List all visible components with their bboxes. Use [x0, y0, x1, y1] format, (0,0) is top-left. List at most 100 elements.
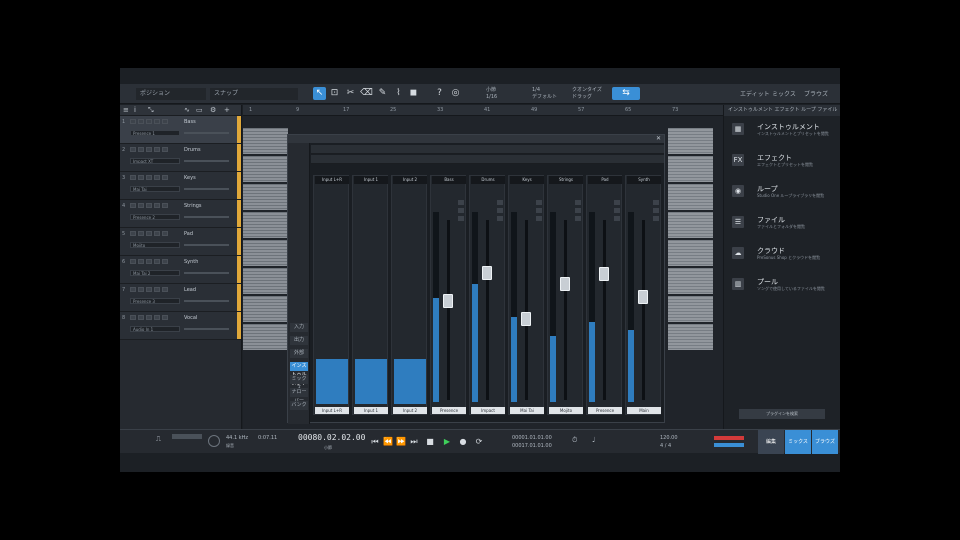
mix-view-button[interactable]: ミックス: [772, 89, 796, 98]
help-icon[interactable]: ?: [433, 87, 446, 100]
track-buttons[interactable]: [130, 175, 168, 180]
audio-event[interactable]: [668, 240, 713, 266]
track-volume-slider[interactable]: [184, 328, 229, 330]
loop-icon[interactable]: ⟳: [474, 437, 484, 447]
audio-event[interactable]: [243, 156, 288, 182]
tempo-display[interactable]: 120.00: [660, 435, 678, 441]
audio-event[interactable]: [243, 240, 288, 266]
automation-button[interactable]: [162, 147, 168, 152]
audio-event[interactable]: [668, 324, 713, 350]
instrument-selector[interactable]: Audio In 1: [130, 326, 180, 332]
metronome-icon[interactable]: ♩: [592, 436, 595, 444]
position-field[interactable]: ポジション: [136, 88, 206, 100]
audio-event[interactable]: [668, 212, 713, 238]
channel-name[interactable]: Bass: [432, 176, 466, 184]
audio-event[interactable]: [243, 296, 288, 322]
solo-button[interactable]: [138, 119, 144, 124]
browser-item[interactable]: ☰ ファイル ファイルとフォルダを閲覧: [732, 214, 840, 242]
monitor-button[interactable]: [154, 259, 160, 264]
folder-icon[interactable]: ▭: [196, 106, 203, 114]
channel-output-label[interactable]: Impact: [471, 407, 505, 414]
audio-event[interactable]: [243, 212, 288, 238]
browser-item[interactable]: ▥ プール ソングで使用しているファイルを閲覧: [732, 276, 840, 304]
monitor-button[interactable]: [154, 119, 160, 124]
audio-event[interactable]: [243, 184, 288, 210]
instrument-selector[interactable]: Presence 1: [130, 130, 180, 136]
track-row[interactable]: 5 Pad Mojito: [120, 228, 241, 256]
record-arm-button[interactable]: [146, 287, 152, 292]
record-arm-button[interactable]: [146, 315, 152, 320]
tab-edit[interactable]: 編集: [758, 430, 784, 454]
channel-name[interactable]: Input L+R: [315, 176, 349, 184]
audio-event[interactable]: [668, 128, 713, 154]
tab-browse[interactable]: ブラウズ: [812, 430, 838, 454]
track-name[interactable]: Pad: [184, 231, 193, 237]
volume-fader-knob[interactable]: [599, 267, 609, 282]
timeline-ruler[interactable]: 1 9 17 25 33 41 49 57 65 73: [243, 105, 723, 116]
time-signature[interactable]: 4 / 4: [660, 443, 671, 449]
track-volume-slider[interactable]: [184, 272, 229, 274]
track-buttons[interactable]: [130, 203, 168, 208]
stop-icon[interactable]: ■: [425, 437, 435, 447]
automation-button[interactable]: [162, 231, 168, 236]
track-row[interactable]: 1 Bass Presence 1: [120, 116, 241, 144]
instrument-selector[interactable]: Mai Tai 2: [130, 270, 180, 276]
mute-button[interactable]: [130, 203, 136, 208]
track-volume-slider[interactable]: [184, 132, 229, 134]
mixer-channel-strip[interactable]: Pad Presence: [586, 175, 622, 415]
audio-event[interactable]: [243, 268, 288, 294]
snap-field[interactable]: スナップ: [210, 88, 298, 100]
track-name[interactable]: Keys: [184, 175, 196, 181]
instrument-selector[interactable]: Impact XT: [130, 158, 180, 164]
record-button[interactable]: [614, 216, 620, 221]
rewind-start-icon[interactable]: ⏮: [370, 437, 380, 447]
rewind-icon[interactable]: ⏪: [383, 437, 393, 447]
send-row[interactable]: [311, 155, 664, 164]
track-name[interactable]: Synth: [184, 259, 198, 265]
mute-button[interactable]: [130, 231, 136, 236]
channel-output-label[interactable]: Input 1: [354, 407, 388, 414]
mixer-channel-strip[interactable]: Bass Presence: [430, 175, 466, 415]
mute-button[interactable]: [130, 287, 136, 292]
record-button[interactable]: [575, 216, 581, 221]
track-name[interactable]: Drums: [184, 147, 201, 153]
automation-button[interactable]: [162, 259, 168, 264]
record-arm-button[interactable]: [146, 119, 152, 124]
mute-button[interactable]: [130, 147, 136, 152]
instrument-selector[interactable]: Presence 2: [130, 214, 180, 220]
volume-fader-knob[interactable]: [521, 311, 531, 326]
zoom-icon[interactable]: ◎: [449, 87, 462, 100]
mixer-titlebar[interactable]: ✕: [288, 135, 664, 143]
record-arm-button[interactable]: [146, 231, 152, 236]
instrument-selector[interactable]: Mojito: [130, 242, 180, 248]
solo-button[interactable]: [138, 231, 144, 236]
automation-button[interactable]: [162, 287, 168, 292]
channel-output-label[interactable]: Mojito: [549, 407, 583, 414]
mute-button[interactable]: [130, 259, 136, 264]
mixer-side-button[interactable]: 出力: [290, 336, 308, 345]
volume-fader-knob[interactable]: [638, 290, 648, 305]
track-row[interactable]: 4 Strings Presence 2: [120, 200, 241, 228]
auto-scroll-button[interactable]: ⇆: [612, 87, 640, 100]
mixer-channel-strip[interactable]: Drums Impact: [469, 175, 505, 415]
mute-button[interactable]: [130, 119, 136, 124]
audio-event[interactable]: [668, 268, 713, 294]
track-name[interactable]: Lead: [184, 287, 196, 293]
solo-button[interactable]: [138, 287, 144, 292]
solo-button[interactable]: [614, 208, 620, 213]
split-tool-icon[interactable]: ✂: [344, 87, 357, 100]
channel-name[interactable]: Input 1: [354, 176, 388, 184]
browse-view-button[interactable]: ブラウズ: [804, 89, 828, 98]
record-arm-button[interactable]: [146, 175, 152, 180]
eraser-tool-icon[interactable]: ⌫: [360, 87, 373, 100]
volume-fader-knob[interactable]: [443, 293, 453, 308]
track-buttons[interactable]: [130, 147, 168, 152]
solo-button[interactable]: [138, 175, 144, 180]
record-monitor-icon[interactable]: [208, 435, 220, 447]
channel-name[interactable]: Input 2: [393, 176, 427, 184]
tab-mix[interactable]: ミックス: [785, 430, 811, 454]
loop-start[interactable]: 00001.01.01.00: [512, 435, 552, 441]
mixer-channel-strip[interactable]: Strings Mojito: [547, 175, 583, 415]
channel-output-label[interactable]: Presence: [588, 407, 622, 414]
mixer-side-button[interactable]: ミックス: [290, 375, 308, 391]
